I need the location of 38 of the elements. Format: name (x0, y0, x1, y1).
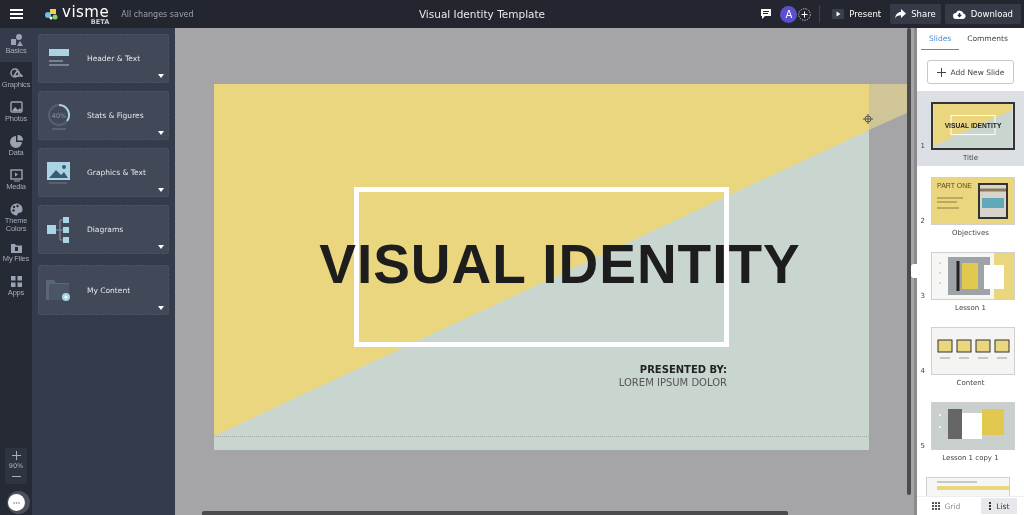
graphics-icon (9, 67, 23, 80)
document-title: Visual Identity Template (418, 8, 546, 20)
move-icon[interactable] (863, 114, 873, 124)
basics-icon (9, 33, 23, 46)
caret-icon[interactable] (158, 74, 164, 78)
comment-icon[interactable] (761, 9, 772, 19)
slide-thumbnail[interactable] (930, 327, 1015, 375)
theme-icon (9, 203, 23, 216)
data-icon (9, 135, 23, 148)
caret-icon[interactable] (158, 131, 164, 135)
caret-icon[interactable] (158, 245, 164, 249)
files-icon (9, 241, 23, 254)
dots-icon (12, 501, 20, 504)
play-icon (832, 9, 845, 19)
grid-icon (931, 502, 940, 510)
download-button[interactable]: Download (944, 4, 1021, 24)
photos-icon (9, 101, 23, 114)
cloud-download-icon (952, 9, 966, 19)
share-arrow-icon (895, 9, 907, 19)
collapse-handle[interactable] (911, 264, 917, 278)
apps-icon (9, 275, 23, 288)
save-status: All changes saved (121, 9, 194, 19)
presenter-label[interactable]: PRESENTED BY: (618, 364, 727, 375)
logo-wordmark: visme (62, 4, 110, 19)
plus-icon (936, 67, 946, 77)
media-icon (9, 169, 23, 182)
present-button[interactable]: Present (827, 4, 887, 24)
slide-thumbnail[interactable] (930, 252, 1015, 300)
presenter-name[interactable]: LOREM IPSUM DOLOR (618, 377, 727, 388)
slide-thumbnail[interactable] (930, 402, 1015, 450)
add-user-icon[interactable] (798, 7, 812, 21)
caret-icon[interactable] (158, 188, 164, 192)
vertical-dots-icon (989, 502, 992, 510)
user-avatar[interactable]: A (780, 5, 798, 23)
share-button[interactable]: Share (890, 4, 941, 24)
zoom-in-icon[interactable] (11, 451, 21, 460)
logo-icon (45, 8, 59, 20)
menu-icon[interactable] (10, 9, 23, 19)
